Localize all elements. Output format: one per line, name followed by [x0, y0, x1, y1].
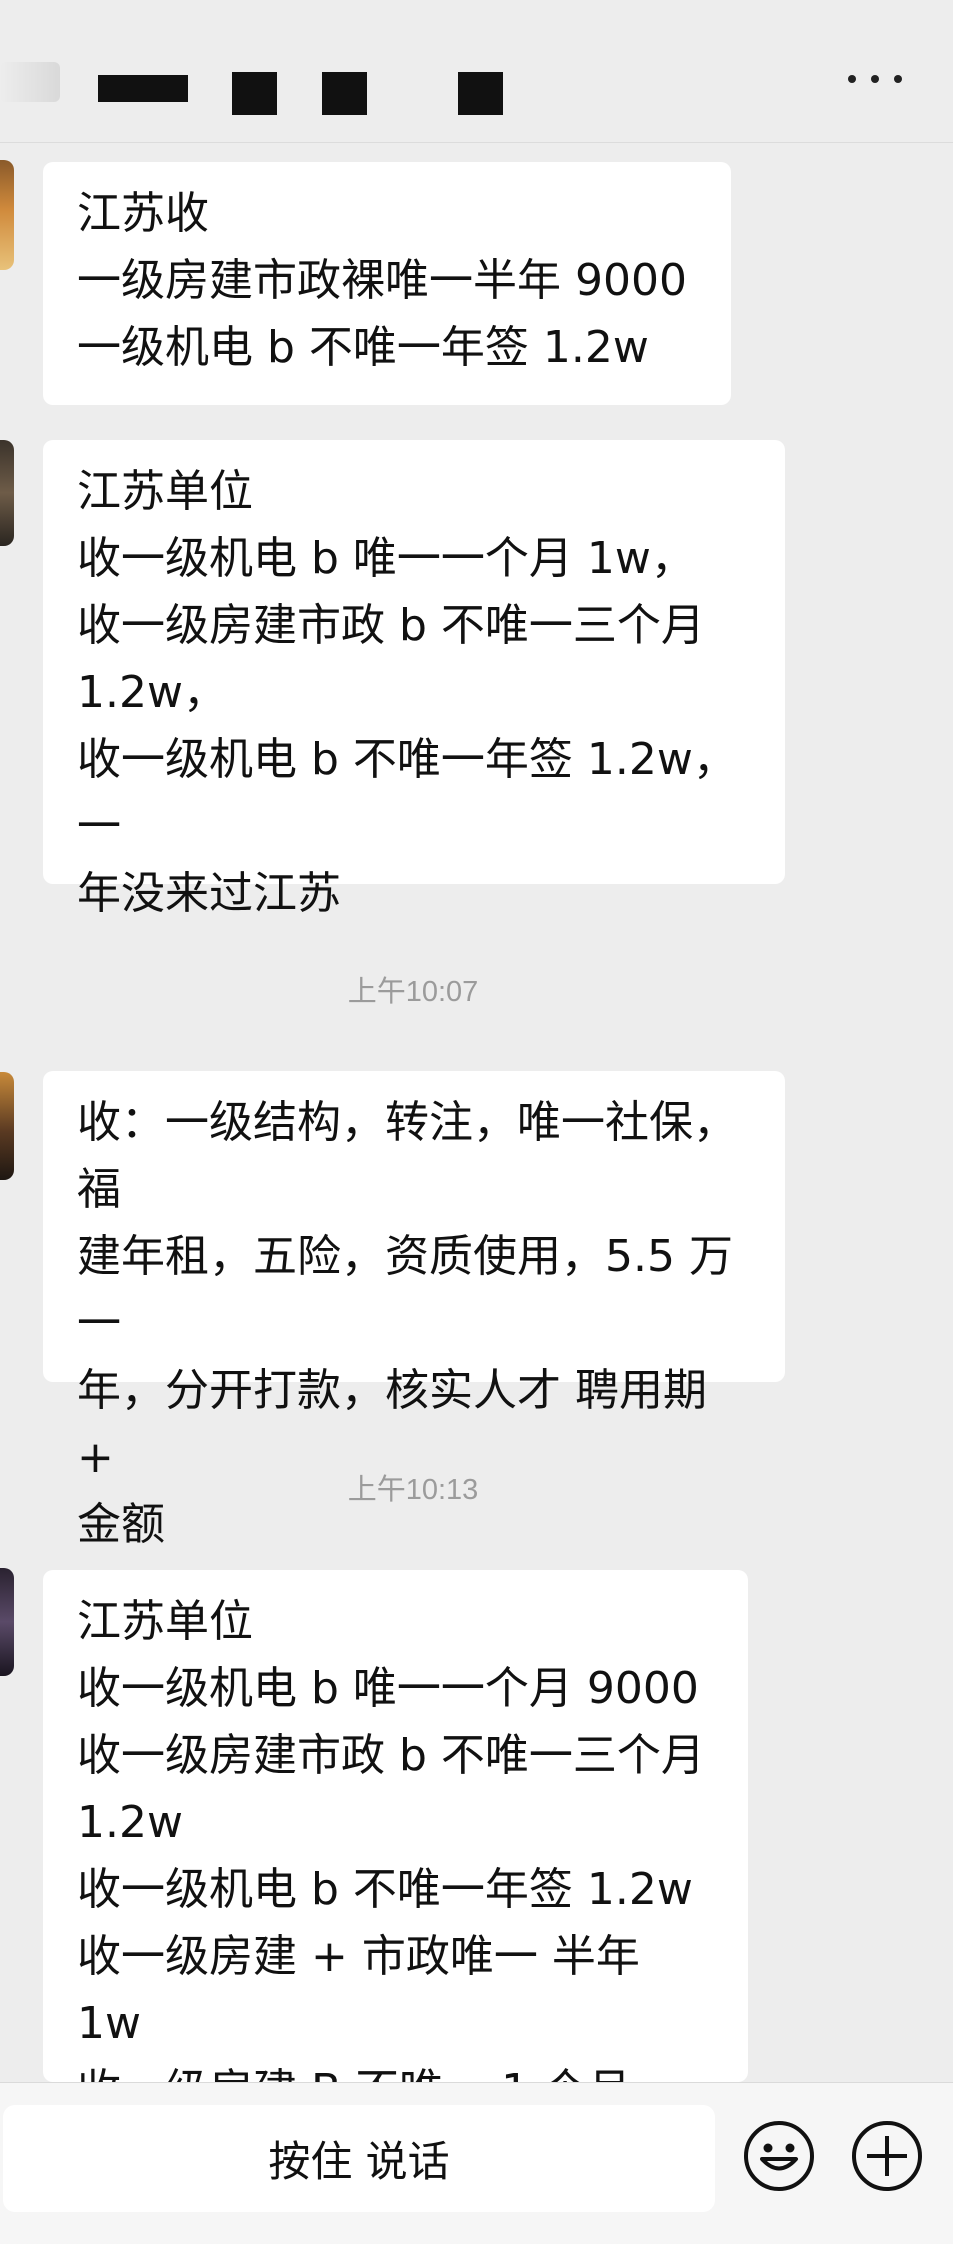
- chat-header: [0, 0, 953, 143]
- message-bubble[interactable]: 江苏单位 收一级机电 b 唯一一个月 9000 收一级房建市政 b 不唯一三个月…: [43, 1570, 748, 2082]
- more-dots-icon[interactable]: [848, 64, 902, 94]
- plus-icon[interactable]: [851, 2120, 923, 2192]
- redacted-title-block: [98, 75, 188, 102]
- back-area[interactable]: [0, 62, 60, 102]
- redacted-title-block: [458, 72, 503, 115]
- avatar[interactable]: [0, 1072, 14, 1180]
- timestamp: 上午10:07: [347, 976, 479, 1008]
- message-bubble[interactable]: 收：一级结构，转注，唯一社保，福 建年租，五险，资质使用，5.5 万一 年，分开…: [43, 1071, 785, 1550]
- emoji-icon[interactable]: [743, 2120, 815, 2192]
- input-bar: 按住 说话: [0, 2082, 953, 2244]
- redacted-title-block: [322, 72, 367, 115]
- avatar[interactable]: [0, 160, 14, 270]
- redacted-title-block: [232, 72, 277, 115]
- message-bubble[interactable]: 江苏单位 收一级机电 b 唯一一个月 1w， 收一级房建市政 b 不唯一三个月 …: [43, 440, 785, 919]
- avatar[interactable]: [0, 440, 14, 546]
- message-bubble[interactable]: 江苏收 一级房建市政裸唯一半年 9000 一级机电 b 不唯一年签 1.2w: [43, 162, 731, 405]
- hold-to-talk-button[interactable]: 按住 说话: [3, 2105, 715, 2212]
- avatar[interactable]: [0, 1568, 14, 1676]
- timestamp: 上午10:13: [347, 1474, 479, 1506]
